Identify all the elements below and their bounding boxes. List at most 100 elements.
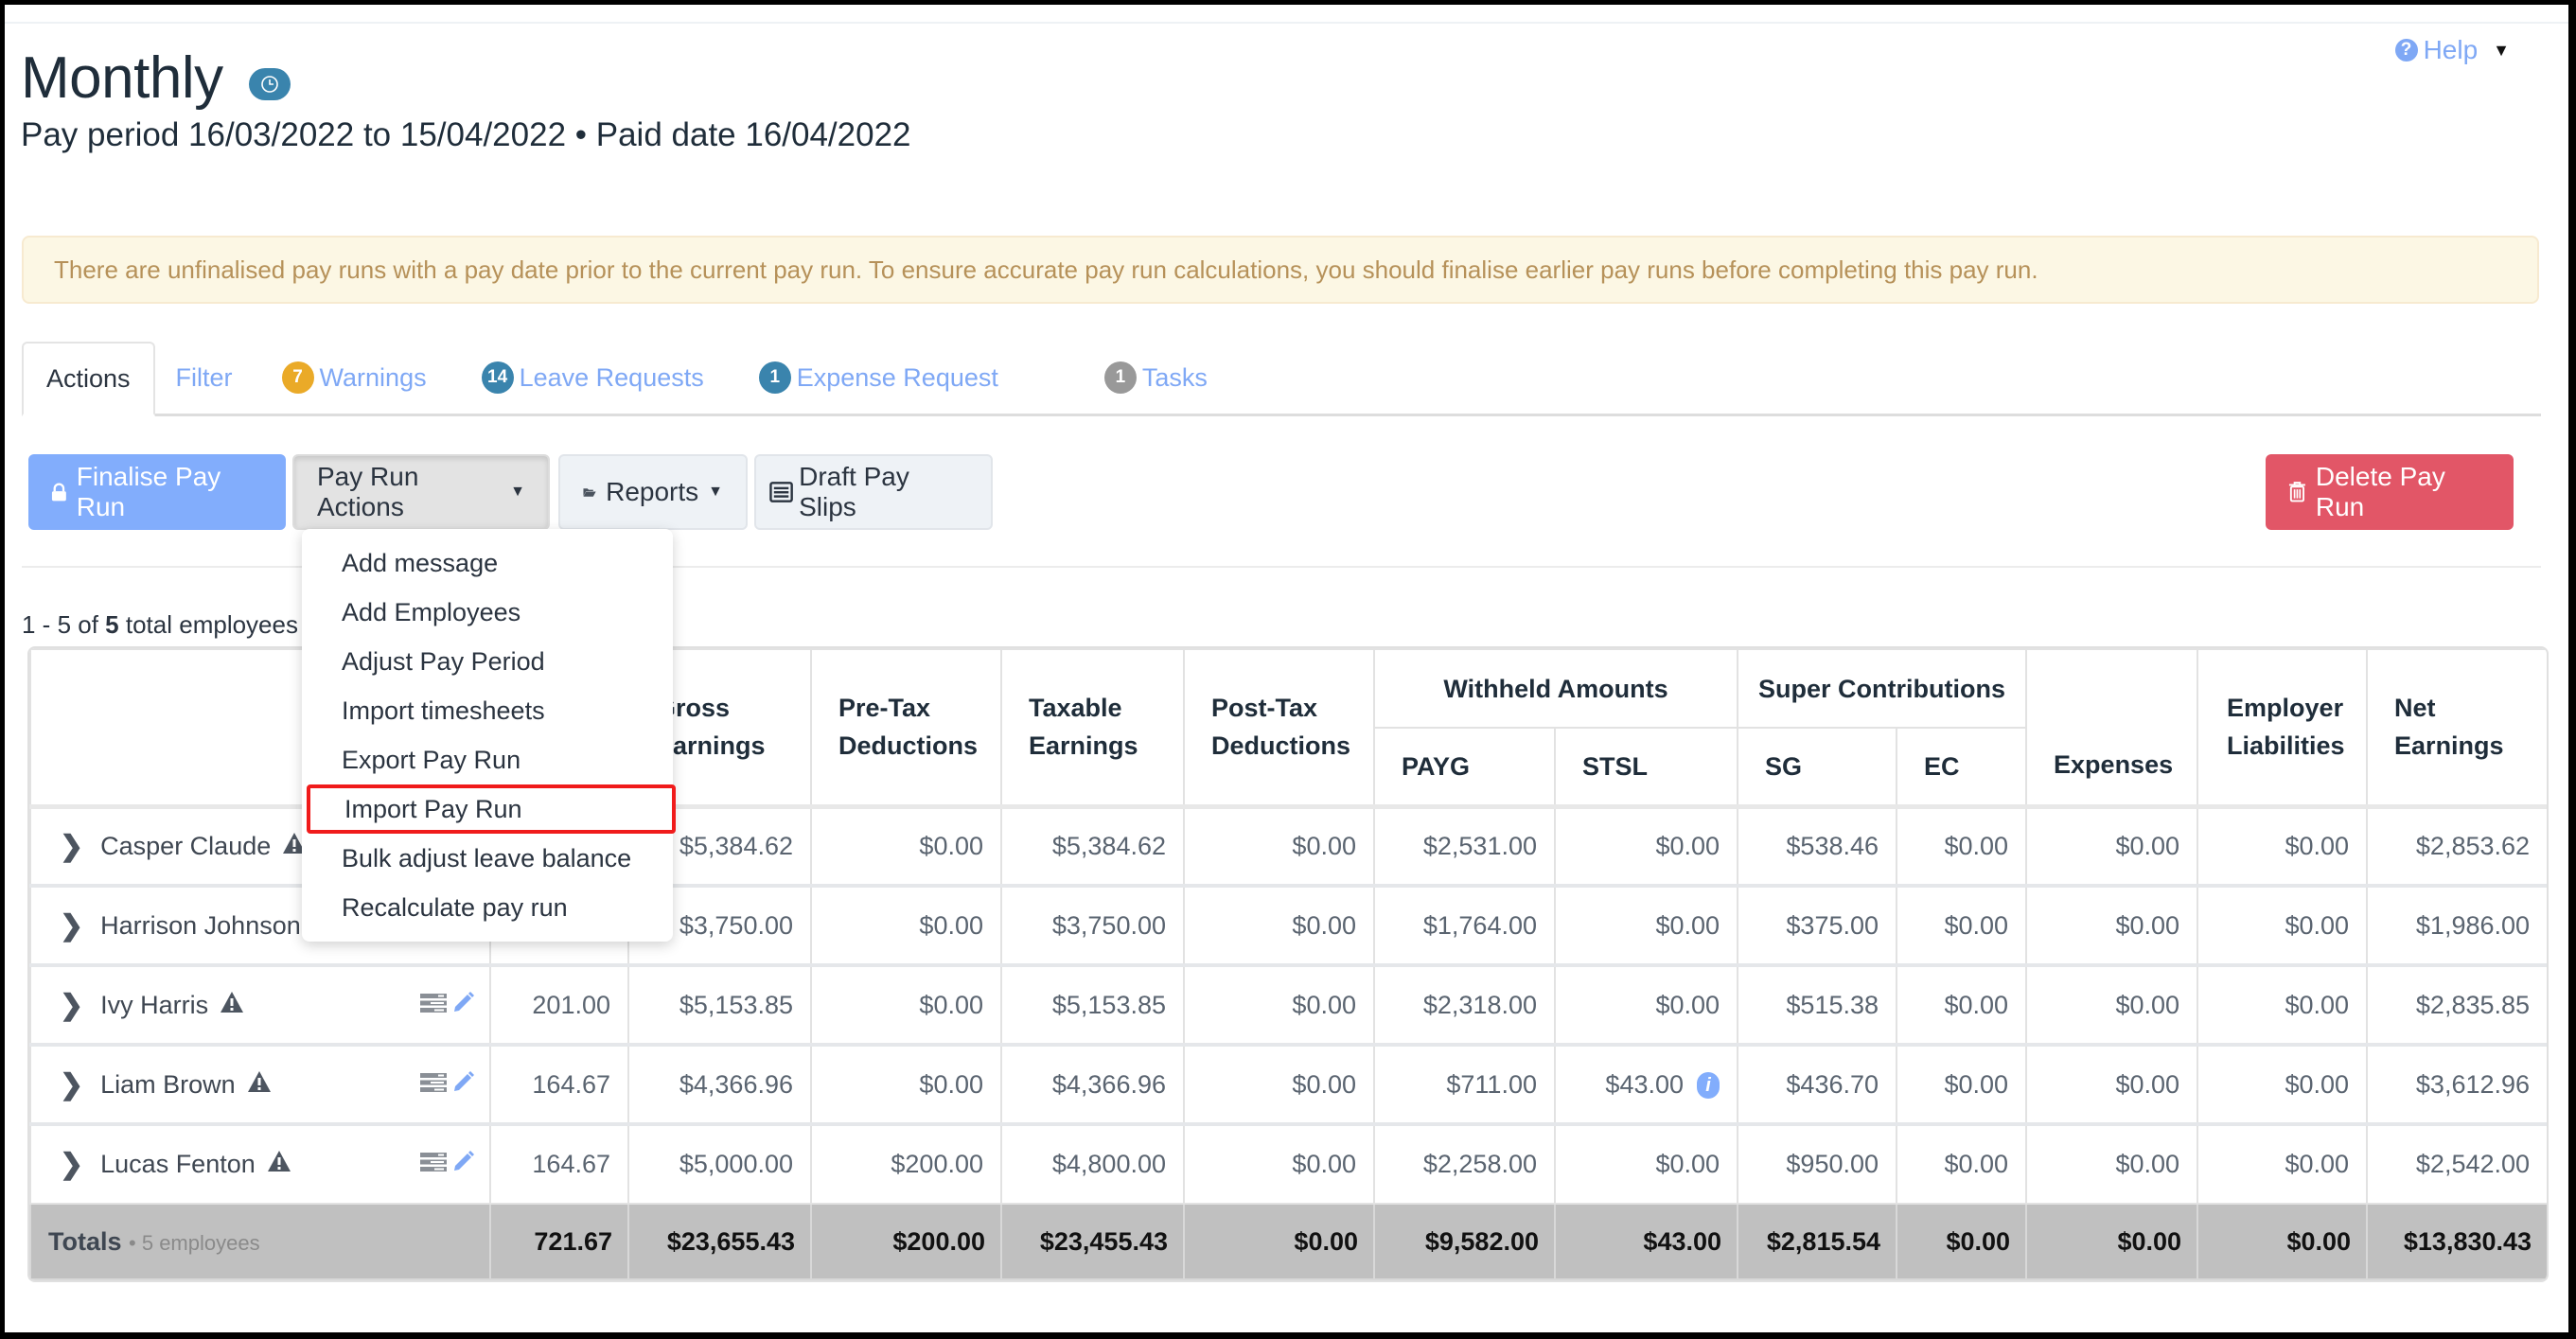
list-alt-icon (769, 482, 793, 502)
employee-cell: ❯ Ivy Harris (29, 964, 491, 1046)
employee-name[interactable]: Harrison Johnson (100, 911, 301, 941)
chevron-right-icon[interactable]: ❯ (60, 1068, 83, 1101)
menu-item-recalculate-pay-run[interactable]: Recalculate pay run (304, 883, 671, 932)
value-payg: $2,531.00 (1422, 831, 1537, 860)
value-payg: $711.00 (1446, 1069, 1537, 1099)
expense-request-count-badge: 1 (758, 361, 791, 394)
info-icon[interactable]: i (1697, 1072, 1720, 1100)
warning-icon[interactable] (247, 1070, 272, 1100)
value-posttax: $0.00 (1292, 990, 1356, 1019)
tab-filter[interactable]: Filter (155, 342, 254, 414)
pencil-icon[interactable] (451, 1149, 476, 1180)
delete-pay-run-button[interactable]: Delete Pay Run (2266, 454, 2514, 530)
cell-pretax: $0.00 (810, 885, 1002, 966)
value-hours: 201.00 (532, 990, 610, 1019)
employee-name[interactable]: Liam Brown (100, 1070, 236, 1100)
value-liabilities: $0.00 (2285, 910, 2350, 940)
tab-expense-request[interactable]: 1 Expense Request (725, 342, 1019, 414)
pencil-icon[interactable] (451, 1069, 476, 1101)
help-dropdown[interactable]: ? Help ▼ (2394, 35, 2510, 65)
unfinalised-warning-alert: There are unfinalised pay runs with a pa… (22, 236, 2539, 304)
menu-item-import-timesheets[interactable]: Import timesheets (304, 686, 671, 735)
value-liabilities: $0.00 (2285, 1069, 2350, 1099)
cell-liabilities: $0.00 (2197, 1123, 2369, 1205)
value-sg: $515.38 (1786, 990, 1879, 1019)
value-net: $2,542.00 (2415, 1150, 2531, 1178)
value-ec: $0.00 (1944, 831, 2009, 860)
cell-hours: 201.00 (489, 964, 629, 1046)
header-stsl[interactable]: STSL (1553, 727, 1739, 807)
header-pre-tax-deductions[interactable]: Pre-Tax Deductions (810, 648, 1002, 807)
value-net: $1,986.00 (2415, 910, 2531, 940)
total-net: $13,830.43 (2366, 1203, 2547, 1280)
header-withheld-amounts: Withheld Amounts (1372, 648, 1739, 729)
value-posttax: $0.00 (1292, 1069, 1356, 1099)
header-employer-liabilities[interactable]: Employer Liabilities (2197, 648, 2369, 807)
value-expenses: $0.00 (2115, 831, 2180, 860)
value-net: $2,835.85 (2415, 990, 2531, 1019)
draft-pay-slips-button[interactable]: Draft Pay Slips (754, 454, 993, 530)
chevron-right-icon[interactable]: ❯ (60, 989, 83, 1022)
header-expenses[interactable]: Expenses (2025, 648, 2199, 807)
header-post-tax-deductions[interactable]: Post-Tax Deductions (1183, 648, 1375, 807)
menu-item-add-message[interactable]: Add message (304, 538, 671, 588)
tab-label: Leave Requests (519, 362, 704, 392)
employee-name[interactable]: Lucas Fenton (100, 1150, 256, 1179)
tab-warnings[interactable]: 7 Warnings (254, 342, 448, 414)
warning-icon[interactable] (220, 991, 244, 1020)
table-row: ❯ Ivy Harris 201.00 $5,153.85 $0.00 $5,153.85… (29, 964, 2547, 1046)
value-expenses: $0.00 (2115, 1069, 2180, 1099)
chevron-right-icon[interactable]: ❯ (60, 830, 83, 863)
cell-ec: $0.00 (1896, 1044, 2028, 1125)
header-taxable-earnings[interactable]: Taxable Earnings (1000, 648, 1185, 807)
table-row: ❯ Lucas Fenton 164.67 $5,000.00 $200.00 $4,80… (29, 1123, 2547, 1205)
menu-item-add-employees[interactable]: Add Employees (304, 588, 671, 637)
value-gross: $4,366.96 (679, 1069, 793, 1099)
menu-item-import-pay-run[interactable]: Import Pay Run (307, 784, 676, 834)
tab-tasks[interactable]: 1 Tasks (1019, 342, 1228, 414)
total-ec: $0.00 (1896, 1203, 2028, 1280)
header-ec[interactable]: EC (1896, 727, 2028, 807)
menu-item-bulk-adjust-leave-balance[interactable]: Bulk adjust leave balance (304, 834, 671, 883)
value-sg: $950.00 (1786, 1150, 1879, 1178)
cell-expenses: $0.00 (2025, 964, 2199, 1046)
cell-net: $3,612.96 (2366, 1044, 2547, 1125)
menu-item-export-pay-run[interactable]: Export Pay Run (304, 735, 671, 784)
totals-row: Totals • 5 employees 721.67 $23,655.43 $… (29, 1203, 2547, 1280)
pencil-icon[interactable] (451, 990, 476, 1021)
tab-actions[interactable]: Actions (22, 342, 155, 416)
header-sg[interactable]: SG (1737, 727, 1898, 807)
finalise-pay-run-button[interactable]: Finalise Pay Run (28, 454, 286, 530)
menu-item-adjust-pay-period[interactable]: Adjust Pay Period (304, 637, 671, 686)
warning-icon[interactable] (267, 1150, 291, 1179)
employee-name[interactable]: Ivy Harris (100, 991, 208, 1020)
cell-payg: $2,531.00 (1373, 805, 1556, 887)
chevron-right-icon[interactable]: ❯ (60, 1148, 83, 1181)
value-liabilities: $0.00 (2285, 990, 2350, 1019)
pay-period-subtitle: Pay period 16/03/2022 to 15/04/2022 • Pa… (21, 116, 911, 153)
header-net-earnings[interactable]: Net Earnings (2366, 648, 2547, 807)
cell-hours: 164.67 (489, 1044, 629, 1125)
tab-leave-requests[interactable]: 14 Leave Requests (448, 342, 725, 414)
pay-run-actions-menu: Add message Add Employees Adjust Pay Perio… (302, 529, 676, 942)
page-frame: Monthly Pay period 16/03/2022 to 15/04/2… (5, 5, 2568, 1332)
reports-button[interactable]: Reports ▼ (558, 454, 748, 530)
pay-slip-lines-icon[interactable] (419, 1150, 448, 1179)
cell-taxable: $4,800.00 (1000, 1123, 1185, 1205)
cell-stsl: $0.00 (1553, 1123, 1739, 1205)
total-expenses: $0.00 (2025, 1203, 2199, 1280)
pay-slip-lines-icon[interactable] (419, 991, 448, 1020)
value-stsl: $0.00 (1655, 831, 1720, 860)
cell-expenses: $0.00 (2025, 885, 2199, 966)
delete-pay-run-label: Delete Pay Run (2315, 462, 2445, 521)
cell-payg: $711.00 (1373, 1044, 1556, 1125)
cell-stsl: $43.00 i (1553, 1044, 1739, 1125)
pay-run-actions-button[interactable]: Pay Run Actions ▼ (292, 454, 550, 530)
cell-taxable: $4,366.96 (1000, 1044, 1185, 1125)
chevron-right-icon[interactable]: ❯ (60, 909, 83, 943)
header-payg[interactable]: PAYG (1373, 727, 1556, 807)
tab-label: Actions (46, 363, 131, 393)
pay-slip-lines-icon[interactable] (419, 1070, 448, 1100)
employee-name[interactable]: Casper Claude (100, 832, 271, 861)
clock-icon[interactable] (249, 68, 291, 100)
